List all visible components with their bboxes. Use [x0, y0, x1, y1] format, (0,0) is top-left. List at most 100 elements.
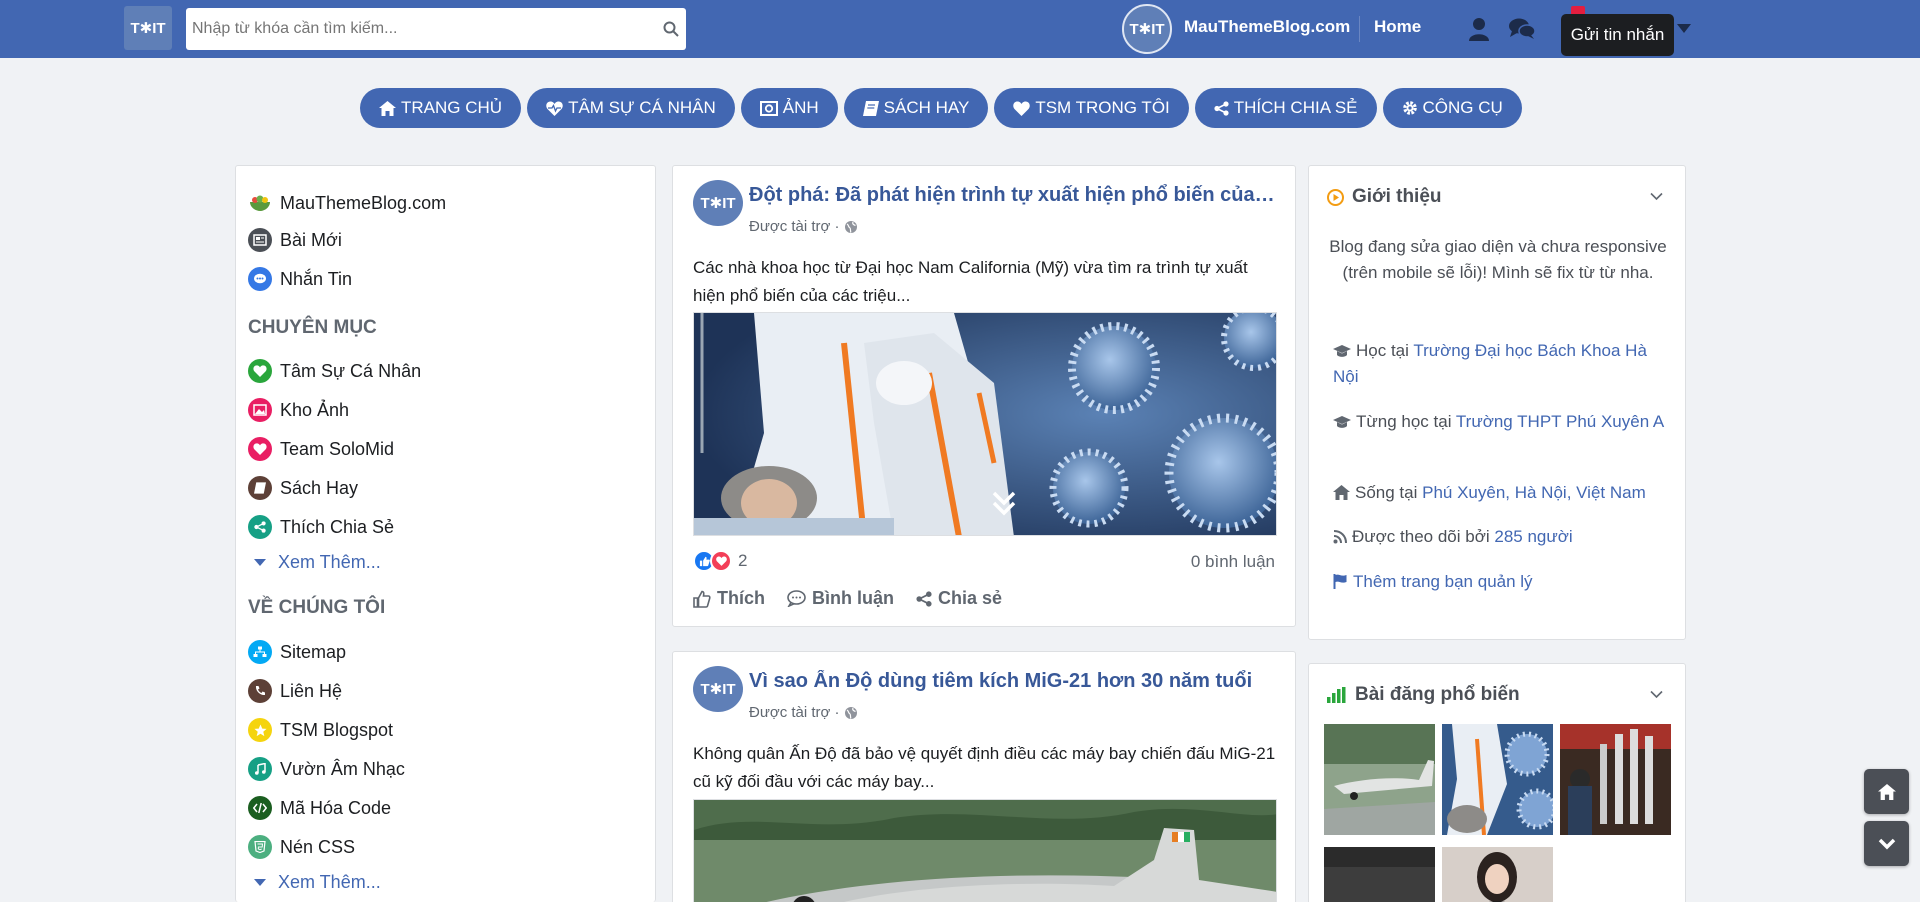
nav-books[interactable]: SÁCH HAY	[843, 88, 989, 128]
sidebar-item-personal[interactable]: Tâm Sự Cá Nhân	[248, 359, 421, 383]
comment-button[interactable]: Bình luận	[787, 588, 894, 609]
info-live: Sống tại Phú Xuyên, Hà Nội, Việt Nam	[1333, 480, 1673, 506]
sidebar-item-sitemap[interactable]: Sitemap	[248, 640, 346, 664]
popular-thumb-dark[interactable]	[1324, 847, 1435, 902]
nav-label: THÍCH CHIA SẺ	[1233, 98, 1358, 117]
chat-icon[interactable]	[1508, 15, 1536, 43]
sidebar-item-messages[interactable]: Nhắn Tin	[248, 267, 352, 291]
css3-icon	[248, 835, 272, 859]
globe-icon	[844, 220, 857, 233]
nav-photos[interactable]: ẢNH	[740, 88, 838, 128]
user-icon[interactable]	[1465, 15, 1493, 43]
home-link[interactable]: Home	[1374, 17, 1421, 37]
post-image-covid[interactable]	[693, 312, 1277, 536]
sidebar-item-label: Vườn Âm Nhạc	[280, 758, 405, 779]
comment-count[interactable]: 0 bình luận	[1191, 552, 1275, 572]
sidebar-item-label: Bài Mới	[280, 229, 342, 250]
sidebar-item-label: Nén CSS	[280, 836, 356, 857]
send-message-tooltip: Gửi tin nhắn	[1561, 14, 1674, 56]
like-button[interactable]: Thích	[693, 588, 765, 609]
sidebar-item-label: MauThemeBlog.com	[280, 192, 447, 213]
gear-icon	[1402, 101, 1417, 115]
info-live-link[interactable]: Phú Xuyên, Hà Nội, Việt Nam	[1422, 483, 1646, 502]
see-more-categories[interactable]: Xem Thêm...	[254, 552, 381, 573]
post-excerpt: Không quân Ấn Độ đã bảo vệ quyết định đi…	[693, 744, 1276, 791]
nav-label: ẢNH	[782, 98, 819, 117]
search-input[interactable]	[186, 8, 656, 50]
bar-chart-icon	[1327, 687, 1346, 703]
sidebar-item-share[interactable]: Thích Chia Sẻ	[248, 515, 394, 539]
heart-icon	[1013, 101, 1031, 116]
home-icon	[1333, 485, 1350, 500]
sidebar-item-label: Thích Chia Sẻ	[280, 516, 395, 537]
book-icon	[248, 476, 272, 500]
intro-card: Giới thiệu Blog đang sửa giao diện và ch…	[1308, 165, 1686, 640]
reactions[interactable]: 2	[693, 550, 747, 572]
sidebar-item-code[interactable]: Mã Hóa Code	[248, 796, 391, 820]
heartbeat-icon	[546, 101, 563, 116]
phone-icon	[248, 679, 272, 703]
nav-personal[interactable]: TÂM SỰ CÁ NHÂN	[527, 88, 735, 128]
post-title[interactable]: Vì sao Ấn Độ dùng tiêm kích MiG-21 hơn 3…	[749, 670, 1279, 693]
home-icon	[379, 100, 396, 116]
post-image-mig21[interactable]	[693, 799, 1277, 902]
post-meta: Được tài trợ ·	[749, 704, 858, 721]
sidebar-item-tsm[interactable]: Team SoloMid	[248, 437, 394, 461]
post-avatar[interactable]: T✱IT	[693, 180, 743, 226]
sidebar-item-label: Sách Hay	[280, 477, 359, 498]
post-title[interactable]: Đột phá: Đã phát hiện trình tự xuất hiện…	[749, 184, 1279, 207]
sidebar-item-new-posts[interactable]: Bài Mới	[248, 228, 342, 252]
image-icon	[248, 398, 272, 422]
flag-icon	[1333, 574, 1347, 589]
info-live-prefix: Sống tại	[1355, 483, 1423, 502]
chevron-down-icon[interactable]	[1650, 188, 1663, 206]
info-follow-link[interactable]: 285 người	[1494, 527, 1572, 546]
sidebar-item-css[interactable]: Nén CSS	[248, 835, 355, 859]
nav-share[interactable]: THÍCH CHIA SẺ	[1194, 88, 1377, 128]
popular-thumb-portrait[interactable]	[1442, 847, 1553, 902]
sidebar-item-site[interactable]: MauThemeBlog.com	[248, 191, 446, 215]
post-avatar[interactable]: T✱IT	[693, 666, 743, 712]
popular-thumb-ceremony[interactable]	[1560, 724, 1671, 835]
sidebar-item-books[interactable]: Sách Hay	[248, 476, 358, 500]
nav-home[interactable]: TRANG CHỦ	[360, 88, 522, 128]
sidebar-item-photos[interactable]: Kho Ảnh	[248, 398, 349, 422]
scroll-down-button[interactable]	[1864, 821, 1909, 866]
share-button[interactable]: Chia sẻ	[916, 588, 1002, 609]
sidebar-item-label: Liên Hệ	[280, 680, 343, 701]
popular-thumb-covid[interactable]	[1442, 724, 1553, 835]
sidebar-item-tsm-blogspot[interactable]: TSM Blogspot	[248, 718, 393, 742]
sidebar-item-label: Tâm Sự Cá Nhân	[280, 360, 422, 381]
sidebar-item-label: Nhắn Tin	[280, 268, 353, 289]
site-avatar[interactable]: T✱IT	[1122, 4, 1172, 54]
popular-thumb-mig21[interactable]	[1324, 724, 1435, 835]
search-icon[interactable]	[656, 21, 686, 37]
comment-icon	[787, 590, 806, 607]
divider	[1359, 16, 1360, 42]
popular-title: Bài đăng phổ biến	[1355, 684, 1520, 705]
info-manage[interactable]: Thêm trang bạn quản lý	[1333, 569, 1673, 595]
site-name-link[interactable]: MauThemeBlog.com	[1184, 17, 1350, 37]
post-card: T✱IT Vì sao Ấn Độ dùng tiêm kích MiG-21 …	[672, 651, 1296, 902]
info-follow: Được theo dõi bởi 285 người	[1333, 524, 1673, 550]
info-study-prefix: Học tại	[1356, 341, 1414, 360]
caret-down-icon	[254, 558, 266, 566]
post-card: T✱IT Đột phá: Đã phát hiện trình tự xuất…	[672, 165, 1296, 627]
sponsored-label: Được tài trợ ·	[749, 218, 840, 235]
nav-tsm[interactable]: TSM TRONG TÔI	[994, 88, 1189, 128]
info-studied-link[interactable]: Trường THPT Phú Xuyên A	[1456, 412, 1664, 431]
share-icon	[248, 515, 272, 539]
nav-tools[interactable]: CÔNG CỤ	[1382, 88, 1522, 128]
caret-down-icon[interactable]	[1670, 15, 1698, 43]
globe-icon	[844, 706, 857, 719]
sidebar-item-contact[interactable]: Liên Hệ	[248, 679, 342, 703]
home-icon	[1877, 783, 1896, 800]
see-more-about[interactable]: Xem Thêm...	[254, 872, 381, 893]
chevron-down-icon[interactable]	[1650, 686, 1663, 704]
scroll-home-button[interactable]	[1864, 769, 1909, 814]
info-study: Học tại Trường Đại học Bách Khoa Hà Nội	[1333, 338, 1673, 390]
site-logo[interactable]: T✱IT	[124, 6, 172, 50]
share-icon	[916, 590, 932, 607]
sidebar-item-music[interactable]: Vườn Âm Nhạc	[248, 757, 405, 781]
categories-heading: CHUYÊN MỤC	[248, 317, 377, 338]
